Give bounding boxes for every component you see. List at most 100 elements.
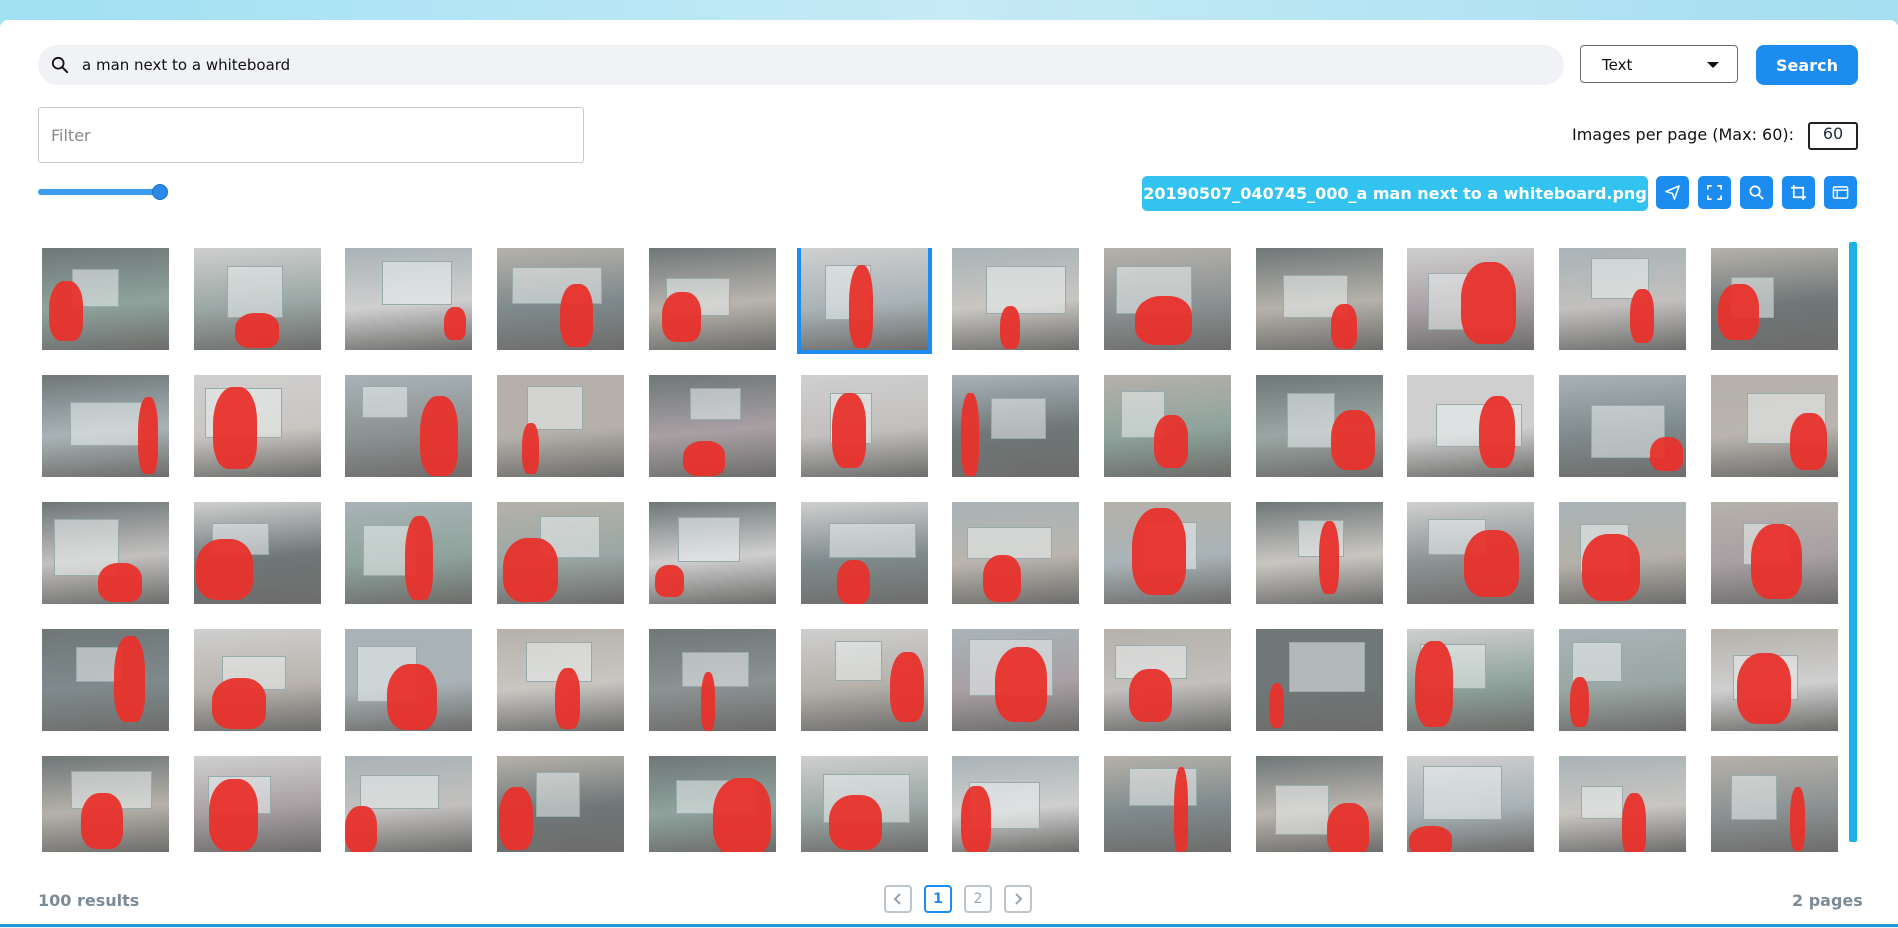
gallery-thumbnail[interactable]	[193, 502, 321, 604]
gallery-thumbnail[interactable]	[648, 629, 776, 731]
person-mask	[555, 667, 581, 729]
gallery-thumbnail[interactable]	[952, 756, 1080, 852]
person-mask	[114, 636, 146, 722]
gallery-thumbnail[interactable]	[648, 248, 776, 350]
gallery-thumbnail[interactable]	[800, 756, 928, 852]
gallery-thumbnail[interactable]	[193, 756, 321, 852]
image-gallery	[38, 248, 1844, 854]
gallery-thumbnail[interactable]	[1103, 629, 1231, 731]
search-button[interactable]: Search	[1756, 45, 1858, 85]
gallery-thumbnail[interactable]	[648, 756, 776, 852]
gallery-thumbnail[interactable]	[1407, 248, 1535, 350]
gallery-thumbnail[interactable]	[497, 375, 625, 477]
gallery-thumbnail[interactable]	[1710, 756, 1838, 852]
gallery-thumbnail[interactable]	[1710, 629, 1838, 731]
gallery-thumbnail[interactable]	[1559, 375, 1686, 477]
gallery-thumbnail[interactable]	[42, 629, 169, 731]
gallery-thumbnail[interactable]	[1103, 248, 1231, 350]
gallery-thumbnail[interactable]	[345, 502, 473, 604]
person-mask	[1460, 261, 1517, 344]
fullscreen-icon	[1707, 185, 1722, 200]
whiteboard-shape	[1286, 393, 1335, 448]
gallery-thumbnail[interactable]	[1559, 248, 1686, 350]
gallery-thumbnail[interactable]	[800, 375, 928, 477]
gallery-thumbnail[interactable]	[1255, 248, 1383, 350]
person-mask	[961, 785, 991, 852]
page-button-2[interactable]: 2	[964, 885, 992, 913]
gallery-thumbnail[interactable]	[42, 375, 169, 477]
gallery-thumbnail[interactable]	[42, 502, 169, 604]
gallery-thumbnail[interactable]	[42, 248, 169, 350]
gallery-thumbnail[interactable]	[1407, 629, 1535, 731]
gallery-thumbnail[interactable]	[193, 248, 321, 350]
gallery-scrollbar-thumb[interactable]	[1849, 242, 1857, 842]
page-count: 2 pages	[1792, 891, 1863, 910]
gallery-thumbnail[interactable]	[1255, 502, 1383, 604]
gallery-thumbnail[interactable]	[796, 248, 932, 354]
page-button-1[interactable]: 1	[924, 885, 952, 913]
person-mask	[1582, 534, 1640, 601]
person-mask	[1408, 825, 1453, 852]
gallery-thumbnail[interactable]	[648, 375, 776, 477]
gallery-thumbnail[interactable]	[952, 502, 1080, 604]
gallery-thumbnail[interactable]	[1407, 375, 1535, 477]
gallery-thumbnail[interactable]	[952, 248, 1080, 350]
gallery-thumbnail[interactable]	[1255, 756, 1383, 852]
fullscreen-button[interactable]	[1698, 176, 1731, 209]
gallery-thumbnail[interactable]	[648, 502, 776, 604]
gallery-thumbnail[interactable]	[193, 629, 321, 731]
person-mask	[1326, 803, 1370, 852]
gallery-thumbnail[interactable]	[1559, 502, 1686, 604]
whiteboard-shape	[1730, 775, 1778, 820]
gallery-thumbnail[interactable]	[193, 375, 321, 477]
gallery-thumbnail[interactable]	[497, 248, 625, 350]
gallery-thumbnail[interactable]	[952, 375, 1080, 477]
gallery-thumbnail[interactable]	[497, 756, 625, 852]
thumbnail-size-slider[interactable]	[38, 184, 168, 200]
search-query[interactable]: a man next to a whiteboard	[82, 56, 290, 74]
prev-page-button[interactable]	[884, 885, 912, 913]
gallery-thumbnail[interactable]	[345, 248, 473, 350]
gallery-thumbnail[interactable]	[952, 629, 1080, 731]
gallery-thumbnail[interactable]	[1255, 629, 1383, 731]
gallery-thumbnail[interactable]	[1710, 375, 1838, 477]
gallery-thumbnail[interactable]	[1710, 248, 1838, 350]
send-button[interactable]	[1656, 176, 1689, 209]
gallery-thumbnail[interactable]	[1103, 756, 1231, 852]
person-mask	[1629, 289, 1654, 343]
crop-button[interactable]	[1782, 176, 1815, 209]
person-mask	[1789, 787, 1805, 852]
gallery-thumbnail[interactable]	[1559, 629, 1686, 731]
person-mask	[683, 440, 726, 476]
next-page-button[interactable]	[1004, 885, 1032, 913]
person-mask	[503, 538, 558, 603]
slider-handle[interactable]	[152, 184, 168, 200]
zoom-button[interactable]	[1740, 176, 1773, 209]
filter-input[interactable]	[38, 107, 584, 163]
gallery-thumbnail[interactable]	[1103, 502, 1231, 604]
person-mask	[138, 396, 158, 475]
gallery-thumbnail[interactable]	[345, 375, 473, 477]
gallery-thumbnail[interactable]	[42, 756, 169, 852]
gallery-thumbnail[interactable]	[1710, 502, 1838, 604]
whiteboard-shape	[1275, 784, 1330, 836]
images-per-page-input[interactable]: 60	[1808, 122, 1858, 150]
gallery-thumbnail[interactable]	[800, 629, 928, 731]
gallery-thumbnail[interactable]	[1407, 756, 1535, 852]
search-mode-select[interactable]: Text	[1580, 45, 1738, 83]
gallery-thumbnail[interactable]	[1407, 502, 1535, 604]
gallery-thumbnail[interactable]	[1255, 375, 1383, 477]
gallery-thumbnail[interactable]	[800, 502, 928, 604]
person-mask	[982, 554, 1021, 602]
gallery-thumbnail[interactable]	[345, 756, 473, 852]
search-bar[interactable]: a man next to a whiteboard	[38, 45, 1564, 85]
gallery-thumbnail[interactable]	[497, 629, 625, 731]
gallery-thumbnail[interactable]	[345, 629, 473, 731]
whiteboard-shape	[682, 652, 749, 687]
panel-button[interactable]	[1824, 176, 1857, 209]
person-mask	[209, 779, 259, 851]
gallery-thumbnail[interactable]	[1103, 375, 1231, 477]
person-mask	[713, 777, 771, 852]
gallery-thumbnail[interactable]	[497, 502, 625, 604]
gallery-thumbnail[interactable]	[1559, 756, 1686, 852]
